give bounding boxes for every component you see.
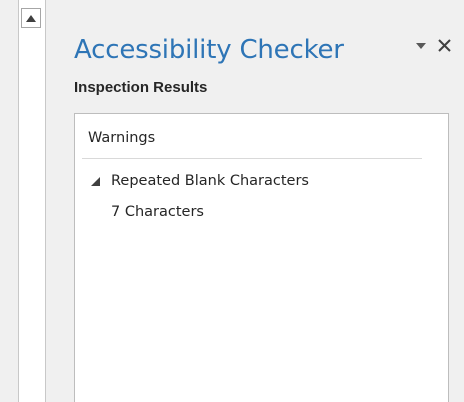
chevron-down-icon: [416, 42, 426, 49]
inspection-results-list: Warnings Repeated Blank Characters 7 Cha…: [74, 113, 449, 402]
issue-child-item[interactable]: 7 Characters: [111, 204, 204, 220]
pane-options-button[interactable]: [413, 38, 429, 54]
issue-label: Repeated Blank Characters: [111, 173, 309, 189]
pane-close-button[interactable]: [434, 34, 454, 56]
inspection-results-heading: Inspection Results: [74, 79, 208, 96]
close-icon: [437, 38, 451, 52]
warnings-group-header: Warnings: [88, 130, 156, 146]
issue-repeated-blank-characters[interactable]: Repeated Blank Characters: [89, 173, 309, 189]
triangle-expanded-icon[interactable]: [89, 175, 101, 187]
group-divider: [82, 158, 422, 159]
scroll-up-button[interactable]: [21, 8, 41, 28]
pane-title: Accessibility Checker: [74, 35, 344, 65]
triangle-up-icon: [26, 14, 36, 22]
accessibility-checker-window: Accessibility Checker Inspection Results…: [0, 0, 464, 402]
vertical-scrollbar[interactable]: [18, 0, 46, 402]
